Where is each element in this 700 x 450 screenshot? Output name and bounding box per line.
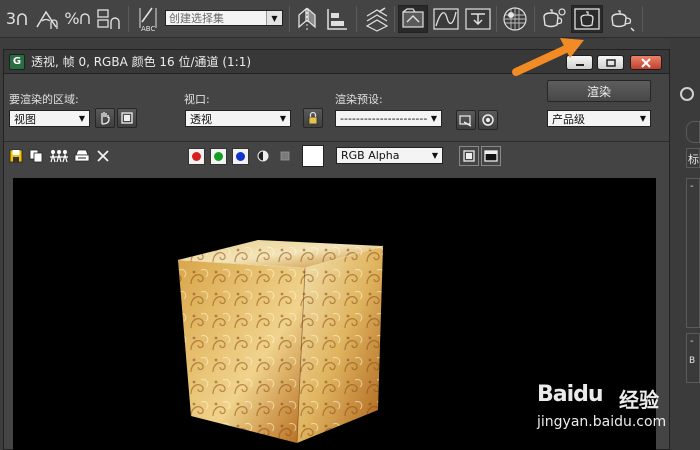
chevron-down-icon: ▼ [279, 114, 287, 123]
align-icon[interactable] [324, 5, 350, 33]
mirror-icon[interactable] [294, 5, 320, 33]
render-quality-dropdown[interactable]: 产品级 ▼ [547, 110, 651, 127]
toolbar-divider [356, 6, 357, 32]
alpha-channel-icon[interactable] [254, 147, 272, 165]
schematic-view-icon[interactable] [464, 5, 492, 33]
watermark-cn: 经验 [619, 388, 659, 412]
render-preset-value: ------------------------- [340, 112, 427, 125]
edit-named-selection-icon[interactable]: ABC [134, 5, 162, 33]
toolbar-divider [534, 6, 535, 32]
name-field-prefix: B [689, 356, 696, 366]
green-channel-dot [214, 152, 223, 161]
selection-set-placeholder: 创建选择集 [169, 12, 224, 25]
baidu-watermark: Baidu 经验 jingyan.baidu.com [537, 372, 697, 442]
collapse-icon[interactable]: - [690, 181, 694, 192]
window-title: 透视, 帧 0, RGBA 颜色 16 位/通道 (1:1) [31, 55, 252, 69]
color-swatch[interactable] [302, 145, 324, 167]
toggle-ui-overlay-icon[interactable] [459, 146, 479, 166]
gear-icon[interactable] [680, 87, 694, 101]
percent-snap-icon[interactable]: % [63, 5, 91, 33]
render-setup-icon[interactable] [538, 5, 568, 33]
close-button[interactable] [630, 55, 662, 70]
print-image-icon[interactable] [73, 147, 91, 165]
svg-text:ABC: ABC [141, 25, 155, 32]
render-preset-dropdown[interactable]: ------------------------- ▼ [335, 110, 442, 127]
lock-viewport-button[interactable] [303, 108, 323, 128]
green-channel-toggle[interactable] [210, 148, 227, 165]
area-to-render-label: 要渲染的区域: [9, 93, 79, 106]
image-toolbar: RGB Alpha ▼ [4, 141, 669, 169]
blue-channel-toggle[interactable] [232, 148, 249, 165]
clear-image-icon[interactable] [94, 147, 112, 165]
named-selection-set-dropdown[interactable]: 创建选择集 ▼ [165, 10, 283, 26]
rollout-object-type: - [686, 178, 700, 328]
toolbar-divider [394, 6, 395, 32]
area-to-render-value: 视图 [14, 112, 36, 126]
render-button[interactable]: 渲染 [547, 80, 651, 102]
snap-3d-icon[interactable]: 3 [2, 5, 32, 33]
viewport-dropdown[interactable]: 透视 ▼ [185, 110, 291, 127]
viewport-value: 透视 [190, 112, 212, 126]
toolbar-divider [289, 6, 290, 32]
blue-channel-dot [236, 152, 245, 161]
main-toolbar: 3 % ABC 创建选择集 ▼ [0, 0, 700, 38]
material-editor-icon[interactable] [500, 5, 530, 33]
area-to-render-dropdown[interactable]: 视图 ▼ [9, 110, 90, 127]
toolbar-divider [496, 6, 497, 32]
chevron-down-icon: ▼ [431, 151, 439, 160]
save-image-icon[interactable] [7, 147, 25, 165]
maximize-button[interactable] [597, 55, 624, 70]
chevron-down-icon: ▼ [78, 114, 86, 123]
layer-manager-icon[interactable] [362, 5, 390, 33]
red-channel-toggle[interactable] [188, 148, 205, 165]
watermark-brand: Baidu [537, 382, 604, 407]
collapse-icon[interactable]: - [690, 336, 694, 347]
category-tab-label: 标 [688, 153, 699, 166]
chevron-down-icon: ▼ [430, 114, 438, 123]
watermark-url: jingyan.baidu.com [537, 414, 667, 430]
angle-snap-icon[interactable] [33, 5, 61, 33]
toolbar-divider [642, 6, 643, 32]
auto-region-button[interactable] [117, 108, 137, 128]
copy-image-icon[interactable] [27, 147, 45, 165]
red-channel-dot [192, 152, 201, 161]
render-preset-label: 渲染预设: [335, 93, 383, 106]
category-tab[interactable]: 标 [686, 148, 700, 168]
environment-effects-button[interactable] [478, 110, 498, 130]
window-title-bar[interactable]: G 透视, 帧 0, RGBA 颜色 16 位/通道 (1:1) [4, 50, 669, 74]
toolbar-divider [128, 6, 129, 32]
toggle-ui-icon[interactable] [481, 146, 501, 166]
clone-frame-window-icon[interactable] [48, 147, 70, 165]
spinner-snap-icon[interactable] [95, 5, 125, 33]
rendered-frame-window-icon[interactable] [571, 5, 603, 33]
viewport-label: 视口: [184, 93, 210, 106]
display-channel-value: RGB Alpha [341, 149, 400, 162]
monochrome-icon[interactable] [276, 147, 294, 165]
app-icon: G [9, 53, 25, 70]
render-quality-value: 产品级 [552, 112, 585, 126]
render-setup-button[interactable] [456, 110, 476, 130]
display-channel-dropdown[interactable]: RGB Alpha ▼ [336, 147, 443, 164]
minimize-button[interactable] [566, 55, 593, 70]
chevron-down-icon: ▼ [639, 114, 647, 123]
snap-label: 3 [5, 9, 17, 28]
curve-editor-icon[interactable] [432, 5, 460, 33]
create-tab-button[interactable] [686, 121, 700, 143]
edit-region-button[interactable] [95, 108, 115, 128]
chevron-down-icon: ▼ [266, 11, 282, 25]
scene-explorer-icon[interactable] [398, 5, 428, 33]
render-production-icon[interactable] [606, 5, 638, 33]
